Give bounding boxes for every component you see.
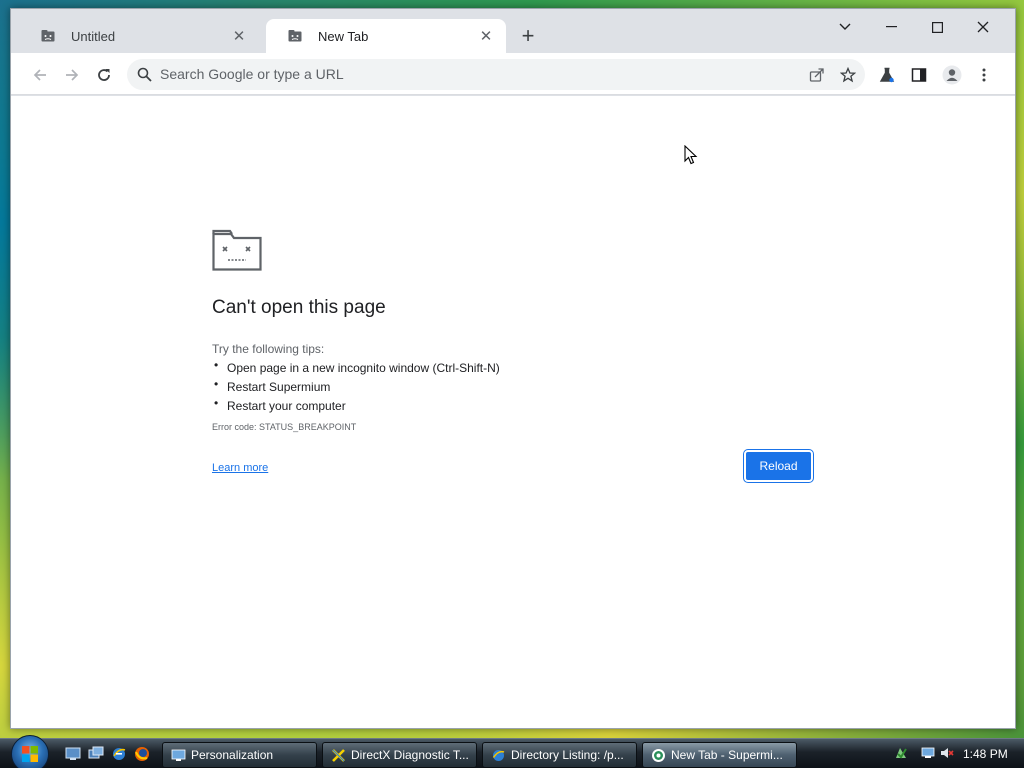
error-title: Can't open this page <box>212 297 386 318</box>
omnibox[interactable] <box>127 59 865 90</box>
bullet: • <box>214 395 219 410</box>
side-panel-icon[interactable] <box>906 62 932 88</box>
reload-icon[interactable] <box>91 62 117 88</box>
list-item: • Restart Supermium <box>214 377 500 396</box>
tab-close-icon[interactable]: ✕ <box>231 28 247 45</box>
switch-windows-icon[interactable] <box>88 746 104 762</box>
labs-icon[interactable] <box>874 62 900 88</box>
taskbar-button-label: Personalization <box>191 748 274 762</box>
internet-explorer-icon <box>492 750 505 761</box>
browser-toolbar <box>11 53 1015 95</box>
maximize-icon[interactable] <box>914 15 960 39</box>
minimize-icon[interactable] <box>868 15 914 39</box>
tab-untitled[interactable]: Untitled ✕ <box>19 19 259 53</box>
list-item: • Restart your computer <box>214 396 500 415</box>
show-desktop-icon[interactable] <box>65 746 81 762</box>
learn-more-link[interactable]: Learn more <box>212 462 268 474</box>
back-icon[interactable] <box>27 62 53 88</box>
display-icon[interactable] <box>921 746 935 760</box>
taskbar-button-personalization[interactable]: Personalization <box>162 742 317 768</box>
taskbar: Personalization DirectX Diagnostic T... … <box>0 735 1024 768</box>
tab-close-icon[interactable]: ✕ <box>478 28 494 45</box>
list-item: • Open page in a new incognito window (Ct… <box>214 358 500 377</box>
bullet: • <box>214 357 219 372</box>
browser-window: Untitled ✕ New Tab ✕ + Search Google or … <box>10 8 1016 729</box>
volume-muted-icon[interactable] <box>940 746 954 760</box>
mouse-cursor-icon <box>684 145 698 165</box>
tip-text: Open page in a new incognito window (Ctr… <box>227 360 500 375</box>
sad-folder-icon <box>212 229 262 271</box>
page-icon <box>41 30 55 42</box>
profile-icon[interactable] <box>939 62 965 88</box>
address-input[interactable] <box>160 63 760 85</box>
taskbar-button-label: New Tab - Supermi... <box>671 748 783 762</box>
tab-title: New Tab <box>318 28 369 44</box>
reload-button[interactable]: Reload <box>744 450 813 482</box>
tab-strip: Untitled ✕ New Tab ✕ + <box>11 9 1015 53</box>
start-button[interactable] <box>11 735 49 768</box>
forward-icon[interactable] <box>59 62 85 88</box>
taskbar-button-directx[interactable]: DirectX Diagnostic T... <box>322 742 477 768</box>
new-tab-button[interactable]: + <box>516 24 540 48</box>
internet-explorer-icon[interactable] <box>111 746 127 762</box>
tab-new-tab[interactable]: New Tab ✕ <box>266 19 506 53</box>
bullet: • <box>214 376 219 391</box>
tab-title: Untitled <box>71 28 116 44</box>
personalization-icon <box>171 749 186 761</box>
tab-search-icon[interactable] <box>822 15 868 39</box>
star-icon[interactable] <box>838 65 858 85</box>
taskbar-button-directory-listing[interactable]: Directory Listing: /p... <box>482 742 637 768</box>
taskbar-button-label: Directory Listing: /p... <box>511 748 624 762</box>
tip-text: Restart Supermium <box>227 379 331 394</box>
windows-logo-icon <box>22 746 38 762</box>
firefox-icon[interactable] <box>134 746 150 762</box>
error-code: Error code: STATUS_BREAKPOINT <box>212 422 357 432</box>
menu-icon[interactable] <box>971 62 997 88</box>
system-tray: 1:48 PM <box>884 739 1024 768</box>
close-icon[interactable] <box>960 15 1006 39</box>
network-icon[interactable] <box>894 746 908 760</box>
taskbar-button-label: DirectX Diagnostic T... <box>351 748 469 762</box>
page-content: Can't open this page Try the following t… <box>11 96 1015 728</box>
tips-list: • Open page in a new incognito window (Ct… <box>214 358 500 415</box>
supermium-icon <box>652 749 665 762</box>
taskbar-button-new-tab[interactable]: New Tab - Supermi... <box>642 742 797 768</box>
tips-heading: Try the following tips: <box>212 342 325 356</box>
directx-icon <box>332 749 345 762</box>
page-icon <box>288 30 302 42</box>
tip-text: Restart your computer <box>227 398 346 413</box>
share-icon[interactable] <box>807 65 827 85</box>
search-icon <box>137 67 152 82</box>
clock[interactable]: 1:48 PM <box>963 747 1008 761</box>
